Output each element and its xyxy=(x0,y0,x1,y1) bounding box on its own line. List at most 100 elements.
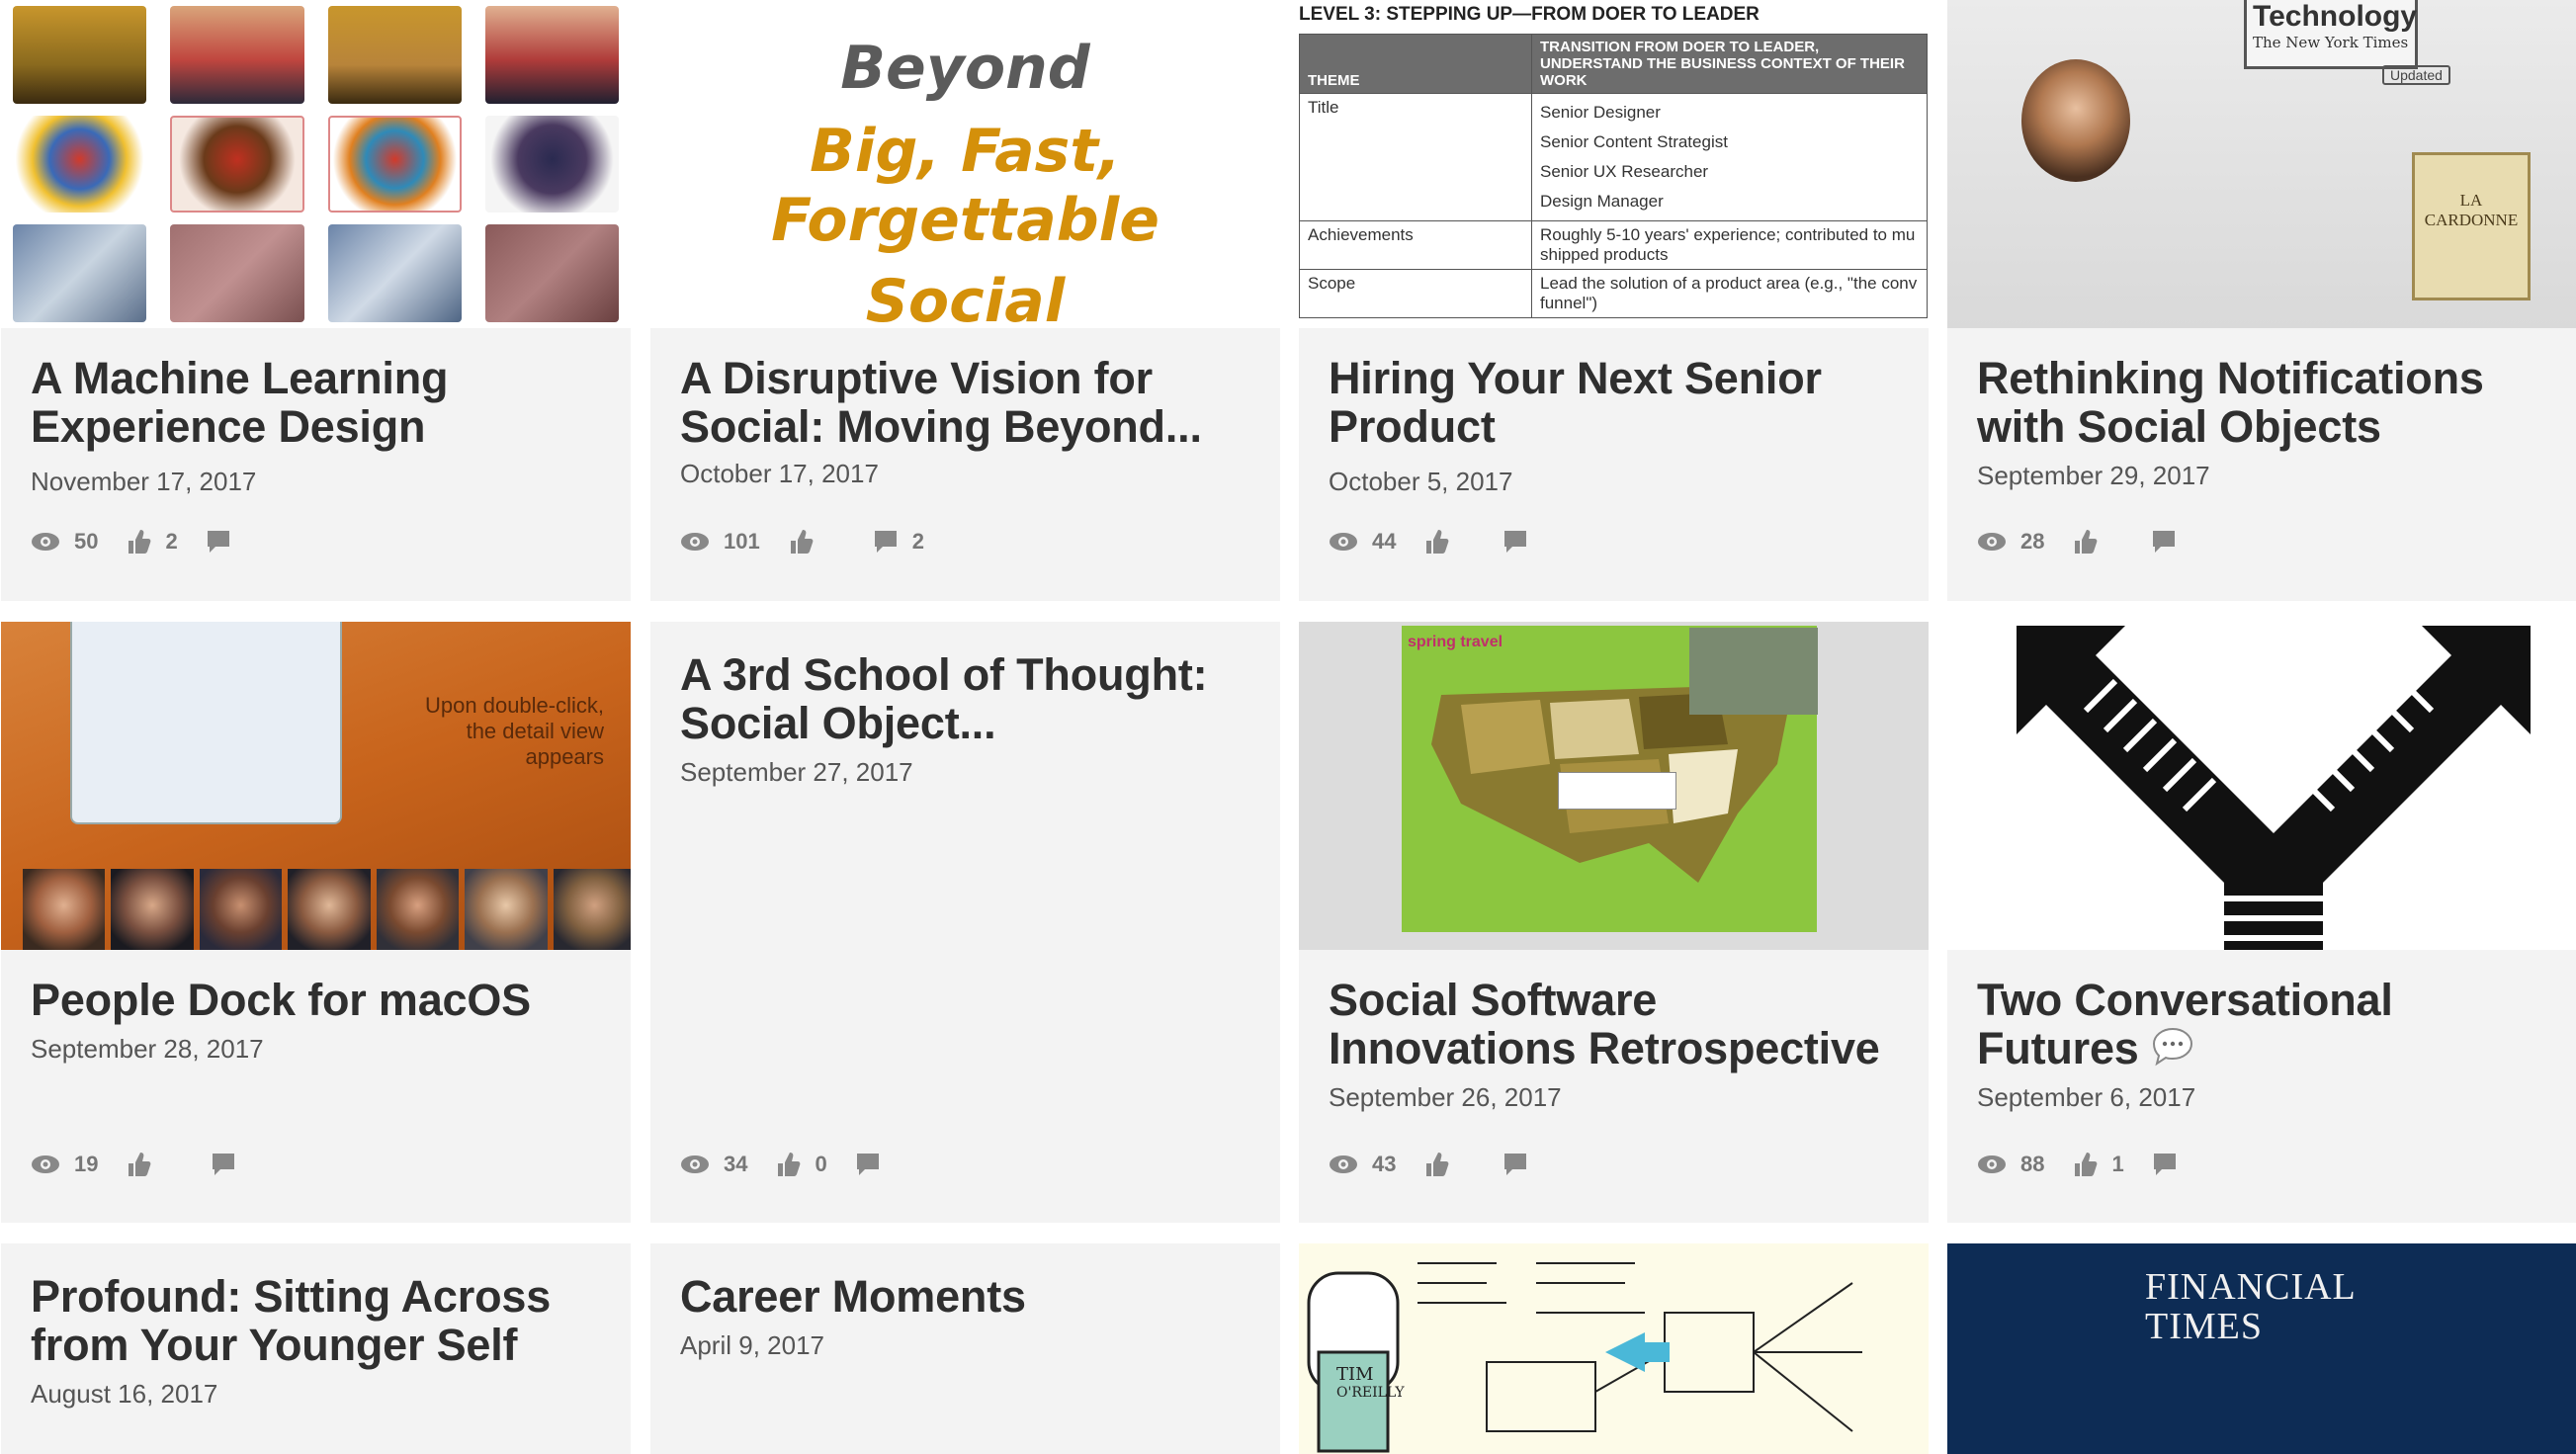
post-date: September 28, 2017 xyxy=(31,1034,264,1064)
comment-icon xyxy=(1504,531,1527,553)
post-date: September 26, 2017 xyxy=(1329,1082,1562,1112)
thumbs-up-icon xyxy=(2075,1153,2098,1176)
thumbnail-text: Big, Fast, Forgettable xyxy=(771,117,1159,255)
views-stat: 19 xyxy=(31,1152,104,1177)
like-count: 2 xyxy=(165,529,178,554)
post-date: April 9, 2017 xyxy=(680,1330,824,1360)
thumbs-up-icon xyxy=(790,530,814,554)
post-thumbnail[interactable]: spring travel xyxy=(1299,622,1929,950)
comment-icon xyxy=(213,1154,235,1175)
post-date: September 27, 2017 xyxy=(680,757,913,787)
table-cell: Senior Content Strategist xyxy=(1540,132,1728,151)
post-thumbnail[interactable]: FINANCIAL TIMES xyxy=(1947,1243,2576,1454)
comments-stat[interactable] xyxy=(2152,1152,2197,1177)
thumbnail-text: Beyond xyxy=(840,34,1090,103)
post-title[interactable]: A 3rd School of Thought: Social Object..… xyxy=(680,650,1256,747)
post-title[interactable]: A Disruptive Vision for Social: Moving B… xyxy=(680,354,1256,451)
post-card[interactable]: spring travel Social Software Innovation… xyxy=(1299,622,1929,1223)
table-cell: Roughly 5-10 years' experience; contribu… xyxy=(1540,225,1916,244)
post-title[interactable]: Social Software Innovations Retrospectiv… xyxy=(1329,976,1905,1072)
sketchnote-image xyxy=(1307,1262,1862,1453)
post-card[interactable]: A Machine Learning Experience Design Nov… xyxy=(1,0,631,601)
thumbnail-text: the detail view appears xyxy=(466,719,604,769)
post-card[interactable]: A 3rd School of Thought: Social Object..… xyxy=(650,622,1280,1223)
thumbs-up-icon xyxy=(1426,530,1449,554)
comment-icon xyxy=(856,1154,879,1175)
post-title[interactable]: A Machine Learning Experience Design xyxy=(31,354,607,451)
comments-stat[interactable] xyxy=(1503,1152,1548,1177)
post-card[interactable]: Upon double-click, the detail view appea… xyxy=(1,622,631,1223)
post-date: October 5, 2017 xyxy=(1329,467,1513,496)
post-title[interactable]: Two Conversational Futures xyxy=(1977,976,2553,1072)
likes-stat[interactable]: 2 xyxy=(126,528,183,556)
post-card[interactable]: Career Moments April 9, 2017 xyxy=(650,1243,1280,1454)
post-thumbnail[interactable] xyxy=(1947,622,2576,950)
post-thumbnail[interactable]: TIM O'REILLY xyxy=(1299,1243,1929,1454)
likes-stat[interactable] xyxy=(1423,1151,1469,1178)
post-card[interactable]: TIM O'REILLY xyxy=(1299,1243,1929,1454)
post-card[interactable]: Profound: Sitting Across from Your Young… xyxy=(1,1243,631,1454)
eye-icon xyxy=(681,533,709,551)
table-cell: Achievements xyxy=(1299,220,1532,270)
post-stats: 101 2 xyxy=(680,522,952,561)
comments-stat[interactable]: 2 xyxy=(873,529,930,555)
eye-icon xyxy=(1978,533,2006,551)
table-cell: funnel") xyxy=(1540,294,1598,312)
comment-icon xyxy=(207,531,229,553)
window-screenshot xyxy=(70,622,342,824)
post-thumbnail[interactable]: Beyond Big, Fast, Forgettable Social xyxy=(650,0,1280,328)
post-stats: 43 xyxy=(1329,1145,1570,1184)
eye-icon xyxy=(1330,533,1357,551)
thumbnail-text: Technology xyxy=(2253,0,2418,33)
views-stat: 44 xyxy=(1329,529,1402,555)
thumbnail-text: The New York Times xyxy=(2253,34,2409,51)
post-title[interactable]: People Dock for macOS xyxy=(31,976,607,1024)
comments-stat[interactable] xyxy=(2151,529,2196,555)
post-card[interactable]: LEVEL 3: STEPPING UP—FROM DOER TO LEADER… xyxy=(1299,0,1929,601)
likes-stat[interactable]: 1 xyxy=(2072,1151,2129,1178)
likes-stat[interactable] xyxy=(126,1151,171,1178)
likes-stat[interactable] xyxy=(1423,528,1469,556)
diverging-arrows-image xyxy=(2017,626,2531,950)
comments-stat[interactable] xyxy=(855,1152,901,1177)
post-stats: 44 xyxy=(1329,522,1570,561)
post-date: November 17, 2017 xyxy=(31,467,257,496)
post-card[interactable]: Technology The New York Times Updated LA… xyxy=(1947,0,2576,601)
table-cell: shipped products xyxy=(1540,245,1669,264)
view-count: 28 xyxy=(2020,529,2045,554)
post-card[interactable]: Two Conversational Futures September 6, … xyxy=(1947,622,2576,1223)
post-stats: 19 xyxy=(31,1145,278,1184)
post-thumbnail[interactable]: Technology The New York Times Updated LA… xyxy=(1947,0,2576,328)
sketch-label: TIM O'REILLY xyxy=(1336,1364,1405,1401)
likes-stat[interactable] xyxy=(788,528,833,556)
comment-icon xyxy=(2153,1154,2176,1175)
view-count: 43 xyxy=(1372,1152,1397,1176)
comments-stat[interactable] xyxy=(1503,529,1548,555)
eye-icon xyxy=(1978,1155,2006,1173)
view-count: 44 xyxy=(1372,529,1397,554)
like-count: 1 xyxy=(2111,1152,2124,1176)
post-stats: 34 0 xyxy=(680,1145,922,1184)
eye-icon xyxy=(681,1155,709,1173)
likes-stat[interactable]: 0 xyxy=(775,1151,832,1178)
post-date: August 16, 2017 xyxy=(31,1379,218,1409)
post-thumbnail[interactable]: LEVEL 3: STEPPING UP—FROM DOER TO LEADER… xyxy=(1299,0,1929,328)
views-stat: 34 xyxy=(680,1152,753,1177)
post-thumbnail[interactable]: Upon double-click, the detail view appea… xyxy=(1,622,631,950)
post-title[interactable]: Rethinking Notifications with Social Obj… xyxy=(1977,354,2553,451)
post-title[interactable]: Career Moments xyxy=(680,1272,1256,1321)
like-count: 0 xyxy=(815,1152,827,1176)
post-card[interactable]: Beyond Big, Fast, Forgettable Social A D… xyxy=(650,0,1280,601)
post-stats: 88 1 xyxy=(1977,1145,2219,1184)
likes-stat[interactable] xyxy=(2072,528,2117,556)
table-cell: Lead the solution of a product area (e.g… xyxy=(1540,274,1918,293)
table-cell: Senior Designer xyxy=(1540,103,1661,122)
table-cell: Senior UX Researcher xyxy=(1540,162,1709,181)
post-card[interactable]: FINANCIAL TIMES xyxy=(1947,1243,2576,1454)
table-header: TRANSITION FROM DOER TO LEADER, UNDERSTA… xyxy=(1531,34,1928,94)
comments-stat[interactable] xyxy=(206,529,251,555)
post-title[interactable]: Hiring Your Next Senior Product xyxy=(1329,354,1905,451)
comments-stat[interactable] xyxy=(211,1152,256,1177)
post-title[interactable]: Profound: Sitting Across from Your Young… xyxy=(31,1272,607,1369)
post-thumbnail[interactable] xyxy=(1,0,631,328)
